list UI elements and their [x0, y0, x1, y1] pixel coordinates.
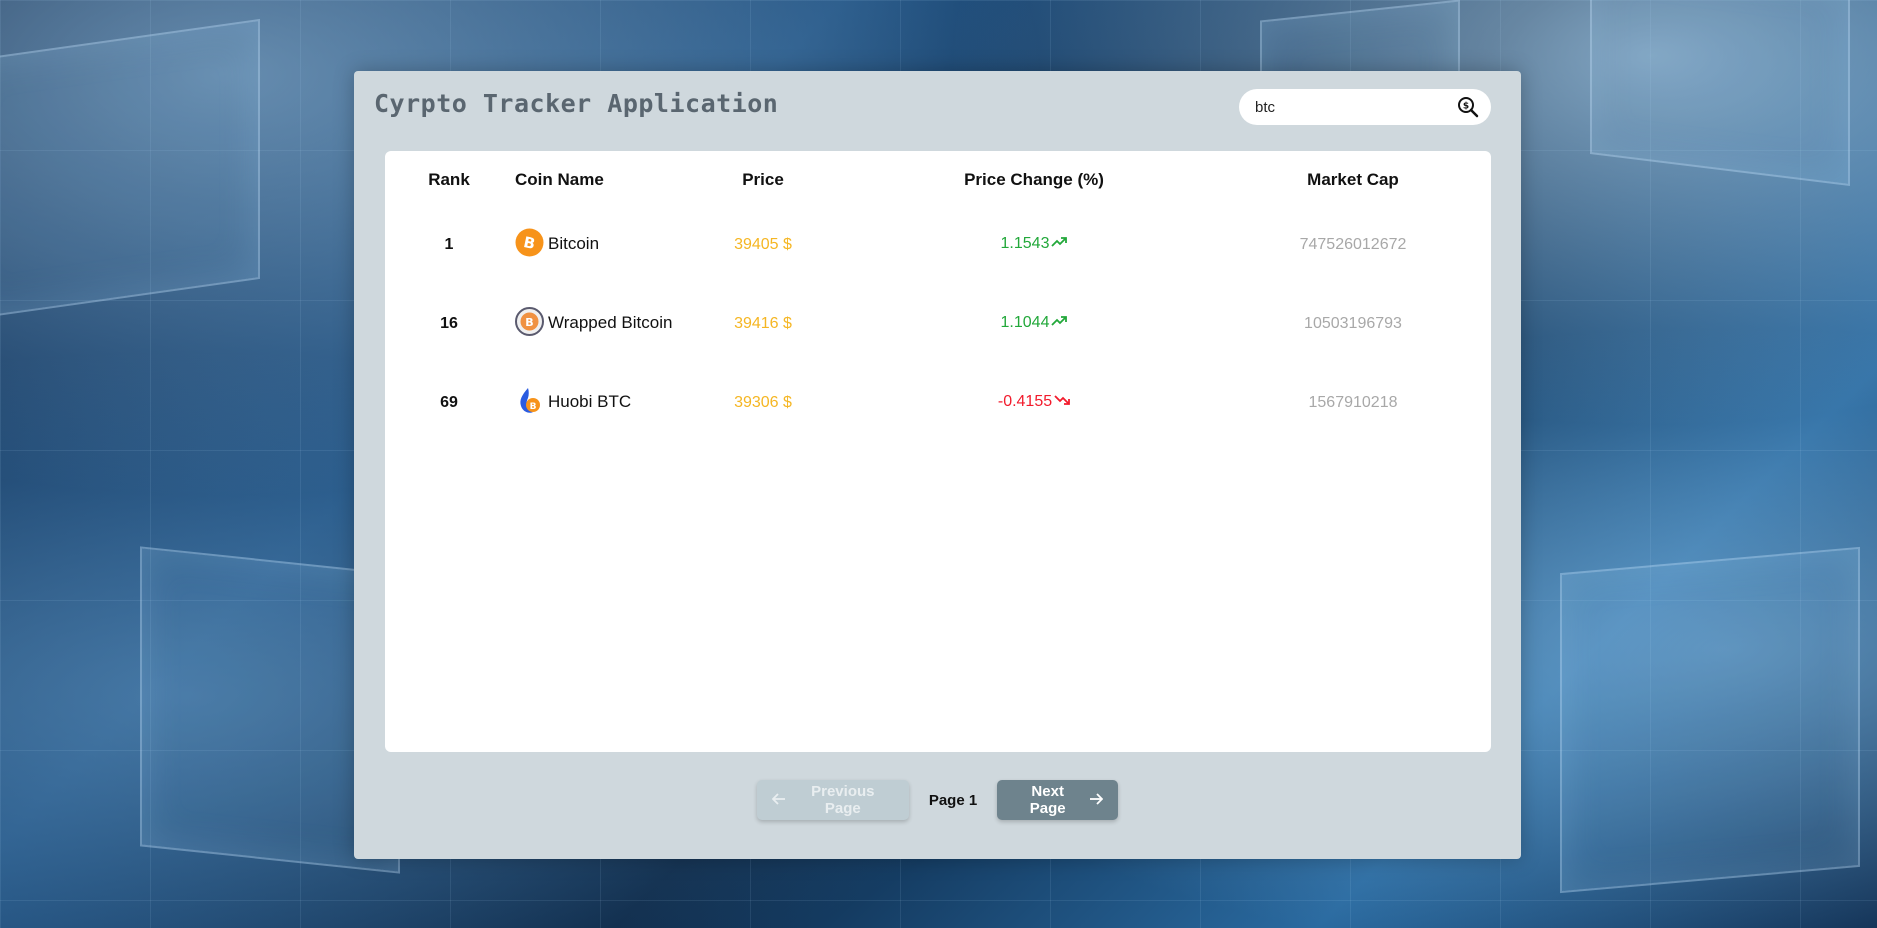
previous-page-label: Previous Page	[811, 783, 875, 817]
rank-cell: 1	[444, 235, 454, 253]
header-coin-name: Coin Name	[515, 170, 604, 189]
next-page-button[interactable]: Next Page	[997, 780, 1119, 820]
background-cube	[0, 18, 260, 322]
svg-text:$: $	[1463, 102, 1469, 112]
coin-name-cell: B Bitcoin	[513, 205, 673, 284]
bitcoin-logo-icon: B	[515, 228, 544, 257]
wrapped-bitcoin-logo-icon: B	[515, 307, 544, 336]
next-page-label: Next Page	[1029, 783, 1066, 817]
market-cap-cell: 10503196793	[1304, 314, 1402, 332]
header-price-change: Price Change (%)	[964, 170, 1104, 189]
price-change-cell: 1.1044	[853, 284, 1215, 363]
search-input[interactable]	[1255, 98, 1457, 116]
trending-up-icon	[1051, 235, 1068, 253]
trending-down-icon	[1054, 393, 1071, 411]
coin-table-card: Rank Coin Name Price Price Change (%) Ma…	[385, 151, 1491, 752]
background-cube	[1560, 546, 1860, 894]
header-rank: Rank	[428, 170, 470, 189]
table-row[interactable]: 69 B Huobi BTC 39306 $ -0.4155 156791021…	[385, 363, 1491, 442]
price-change-cell: 1.1543	[853, 205, 1215, 284]
table-header-row: Rank Coin Name Price Price Change (%) Ma…	[385, 151, 1491, 205]
table-row[interactable]: 16 B Wrapped Bitcoin 39416 $ 1.1044 1050…	[385, 284, 1491, 363]
coin-name-cell: B Huobi BTC	[513, 363, 673, 442]
app-title: Cyrpto Tracker Application	[374, 89, 779, 118]
arrow-right-icon	[1089, 792, 1104, 809]
coin-search-icon[interactable]: $	[1457, 96, 1479, 118]
background-cube	[1590, 0, 1850, 186]
table-row[interactable]: 1 B Bitcoin 39405 $ 1.1543 747526012672	[385, 205, 1491, 284]
price-change-cell: -0.4155	[853, 363, 1215, 442]
search-box[interactable]: $	[1239, 89, 1491, 125]
market-cap-cell: 1567910218	[1308, 393, 1398, 411]
header-market-cap: Market Cap	[1307, 170, 1399, 189]
price-cell: 39416 $	[734, 314, 792, 332]
price-cell: 39306 $	[734, 393, 792, 411]
price-change-value: -0.4155	[997, 393, 1053, 411]
coin-name-cell: B Wrapped Bitcoin	[513, 284, 673, 363]
rank-cell: 69	[440, 393, 458, 411]
price-cell: 39405 $	[734, 235, 792, 253]
header-price: Price	[742, 170, 784, 189]
svg-text:B: B	[530, 402, 537, 412]
svg-text:B: B	[525, 316, 533, 329]
huobi-btc-logo-icon: B	[515, 386, 544, 415]
pagination: Previous Page Page 1 Next Page	[354, 780, 1521, 820]
arrow-left-icon	[771, 792, 786, 809]
app-panel: Cyrpto Tracker Application $ Rank Coin N…	[354, 71, 1521, 859]
trending-up-icon	[1051, 314, 1068, 332]
price-change-value: 1.1543	[1000, 235, 1050, 253]
page-indicator: Page 1	[928, 791, 978, 809]
price-change-value: 1.1044	[1000, 314, 1050, 332]
rank-cell: 16	[440, 314, 458, 332]
coin-name-label: Huobi BTC	[548, 391, 632, 411]
market-cap-cell: 747526012672	[1299, 235, 1407, 253]
coin-name-label: Wrapped Bitcoin	[548, 312, 673, 332]
coin-name-label: Bitcoin	[548, 233, 600, 253]
previous-page-button[interactable]: Previous Page	[756, 780, 909, 820]
coin-table: Rank Coin Name Price Price Change (%) Ma…	[385, 151, 1491, 442]
